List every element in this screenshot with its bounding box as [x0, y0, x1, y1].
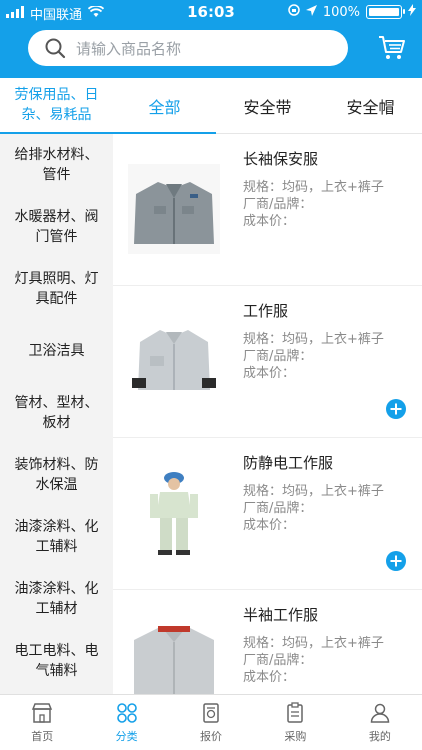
sidebar-item-label: 电工电料、电气辅料	[14, 643, 99, 679]
tab-safety-belt[interactable]: 安全带	[216, 78, 319, 134]
nav-purchase[interactable]: 采购	[253, 695, 337, 750]
current-category[interactable]: 劳保用品、日杂、易耗品	[0, 78, 113, 134]
nav-category[interactable]: 分类	[84, 695, 168, 750]
tab-all-label: 全部	[148, 98, 181, 117]
sidebar-item-label: 卫浴洁具	[28, 343, 85, 359]
app: 中国联通 16:03 100% 请输入商品名称 劳保用品、日杂、易耗品 全部 安…	[0, 0, 422, 750]
subcategory-tabs: 全部 安全带 安全帽	[113, 78, 422, 134]
product-spec: 规格：均码，上衣+裤子	[243, 636, 384, 651]
tab-safety-helmet[interactable]: 安全帽	[319, 78, 422, 134]
add-icon[interactable]	[386, 551, 406, 571]
sidebar-item-label: 水暖器材、阀门管件	[14, 209, 99, 245]
nav-category-label: 分类	[115, 730, 138, 743]
tab-safety-helmet-label: 安全帽	[346, 98, 395, 117]
shop-icon	[32, 703, 53, 723]
user-icon	[370, 703, 390, 723]
sidebar-item-electrical[interactable]: 电工电料、电气辅料	[0, 630, 113, 692]
product-cost: 成本价：	[243, 670, 296, 685]
status-bar: 中国联通 16:03 100%	[0, 0, 422, 24]
product-info: 长袖保安服 规格：均码，上衣+裤子 厂商/品牌： 成本价：	[243, 148, 413, 230]
product-name: 半袖工作服	[243, 606, 319, 624]
product-item[interactable]: 防静电工作服 规格：均码，上衣+裤子 厂商/品牌： 成本价：	[113, 438, 422, 590]
search-input[interactable]: 请输入商品名称	[76, 38, 181, 59]
charging-icon	[408, 4, 416, 20]
nav-quote[interactable]: 报价	[169, 695, 253, 750]
top-bar: 中国联通 16:03 100% 请输入商品名称	[0, 0, 422, 78]
product-list: 长袖保安服 规格：均码，上衣+裤子 厂商/品牌： 成本价： 工作服 规格：均码，…	[113, 134, 422, 694]
category-tabs-row: 劳保用品、日杂、易耗品 全部 安全带 安全帽	[0, 78, 422, 134]
nav-quote-label: 报价	[200, 730, 223, 743]
product-info: 防静电工作服 规格：均码，上衣+裤子 厂商/品牌： 成本价：	[243, 452, 413, 534]
sidebar-item-decoration[interactable]: 装饰材料、防水保温	[0, 444, 113, 506]
sidebar-item-label: 油漆涂料、化工辅料	[14, 519, 99, 555]
category-sidebar: 给排水材料、管件 水暖器材、阀门管件 灯具照明、灯具配件 卫浴洁具 管材、型材、…	[0, 134, 113, 694]
add-icon[interactable]	[386, 399, 406, 419]
location-icon	[305, 4, 317, 20]
tab-safety-belt-label: 安全带	[243, 98, 292, 117]
battery-icon	[366, 5, 405, 19]
current-category-label: 劳保用品、日杂、易耗品	[14, 87, 99, 123]
product-brand: 厂商/品牌：	[243, 653, 313, 668]
battery-percent: 100%	[322, 4, 360, 20]
sidebar-item-label: 给排水材料、管件	[14, 147, 99, 183]
tab-all[interactable]: 全部	[113, 78, 216, 134]
product-name: 工作服	[243, 302, 289, 320]
sidebar-item-label: 灯具照明、灯具配件	[14, 271, 99, 307]
search-icon	[45, 38, 66, 59]
sidebar-item-plumbing[interactable]: 给排水材料、管件	[0, 134, 113, 196]
cart-icon[interactable]	[378, 34, 406, 62]
sidebar-item-sanitary[interactable]: 卫浴洁具	[0, 320, 113, 382]
nav-home[interactable]: 首页	[0, 695, 84, 750]
product-cost: 成本价：	[243, 214, 296, 229]
orientation-lock-icon	[288, 4, 300, 20]
product-spec: 规格：均码，上衣+裤子	[243, 332, 384, 347]
sidebar-item-paint-1[interactable]: 油漆涂料、化工辅料	[0, 506, 113, 568]
product-item[interactable]: 半袖工作服 规格：均码，上衣+裤子 厂商/品牌： 成本价：	[113, 590, 422, 694]
nav-mine-label: 我的	[368, 730, 391, 743]
product-item[interactable]: 长袖保安服 规格：均码，上衣+裤子 厂商/品牌： 成本价：	[113, 134, 422, 286]
status-right: 100%	[288, 4, 416, 20]
product-spec: 规格：均码，上衣+裤子	[243, 180, 384, 195]
sidebar-item-paint-2[interactable]: 油漆涂料、化工辅材	[0, 568, 113, 630]
bottom-nav: 首页 分类 报价 采购 我的	[0, 694, 422, 750]
uniform-gray-image	[128, 164, 220, 254]
sidebar-item-label: 管材、型材、板材	[14, 395, 99, 431]
work-jacket-image	[128, 316, 220, 406]
product-spec: 规格：均码，上衣+裤子	[243, 484, 384, 499]
sidebar-item-label: 装饰材料、防水保温	[14, 457, 99, 493]
product-brand: 厂商/品牌：	[243, 197, 313, 212]
product-name: 长袖保安服	[243, 150, 319, 168]
sidebar-item-heating[interactable]: 水暖器材、阀门管件	[0, 196, 113, 258]
product-cost: 成本价：	[243, 518, 296, 533]
nav-home-label: 首页	[31, 730, 54, 743]
antistatic-suit-image	[128, 468, 220, 558]
sidebar-item-pipes[interactable]: 管材、型材、板材	[0, 382, 113, 444]
category-icon	[116, 703, 137, 723]
nav-mine[interactable]: 我的	[338, 695, 422, 750]
nav-purchase-label: 采购	[284, 730, 307, 743]
product-name: 防静电工作服	[243, 454, 334, 472]
purchase-icon	[287, 702, 304, 723]
product-cost: 成本价：	[243, 366, 296, 381]
search-box[interactable]: 请输入商品名称	[28, 30, 348, 66]
product-info: 半袖工作服 规格：均码，上衣+裤子 厂商/品牌： 成本价：	[243, 604, 413, 686]
sidebar-item-lighting[interactable]: 灯具照明、灯具配件	[0, 258, 113, 320]
short-sleeve-set-image	[128, 620, 220, 694]
sidebar-item-label: 油漆涂料、化工辅材	[14, 581, 99, 617]
product-brand: 厂商/品牌：	[243, 501, 313, 516]
product-item[interactable]: 工作服 规格：均码，上衣+裤子 厂商/品牌： 成本价：	[113, 286, 422, 438]
quote-icon	[203, 703, 219, 723]
product-info: 工作服 规格：均码，上衣+裤子 厂商/品牌： 成本价：	[243, 300, 413, 382]
product-brand: 厂商/品牌：	[243, 349, 313, 364]
